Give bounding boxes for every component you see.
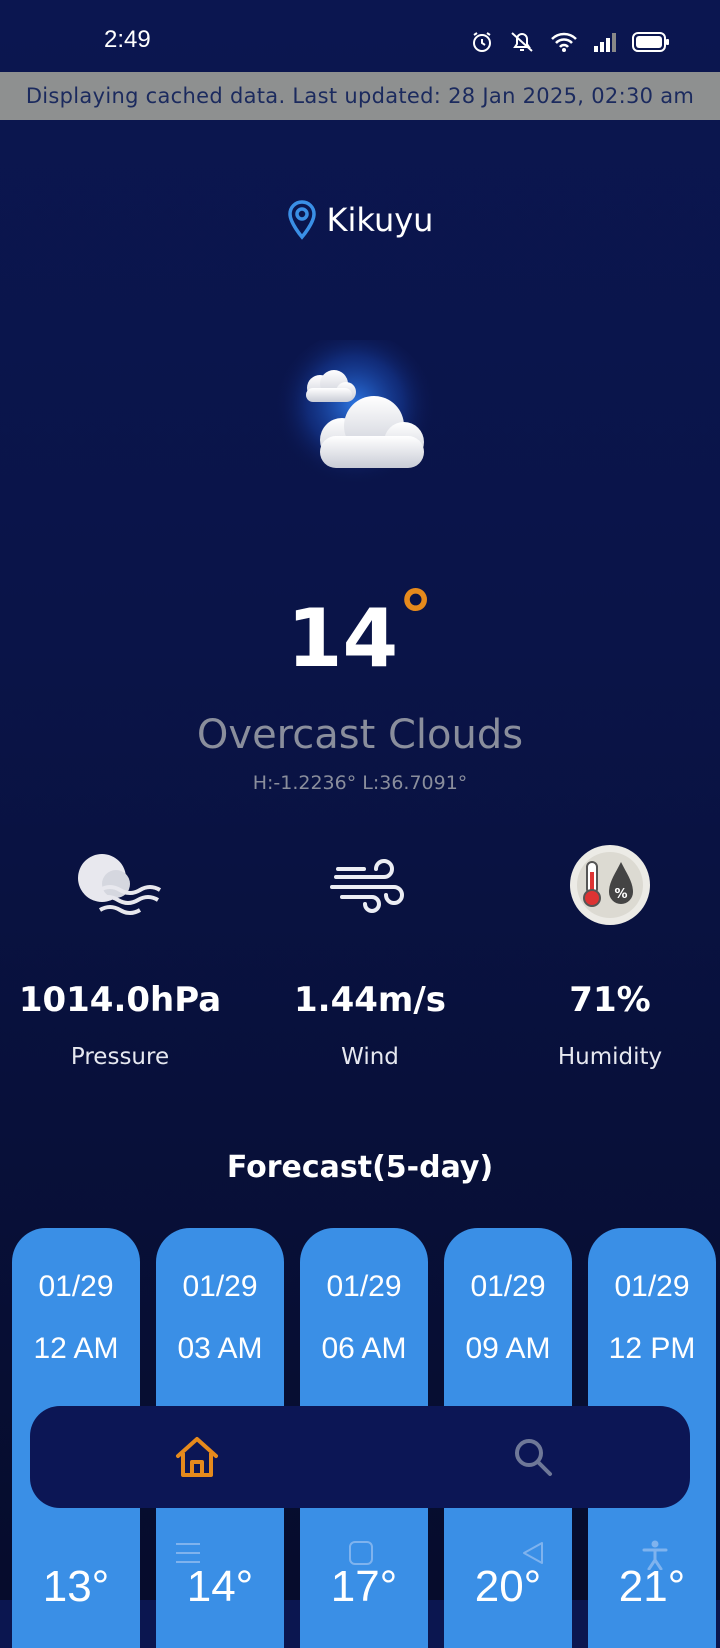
overcast-clouds-icon [260, 332, 460, 500]
signal-icon [594, 33, 616, 52]
temperature-degree: ° [398, 576, 434, 658]
forecast-time: 09 AM [465, 1332, 551, 1365]
svg-text:%: % [614, 887, 627, 902]
bottom-nav [30, 1406, 690, 1508]
alarm-icon [473, 32, 491, 52]
weather-condition: Overcast Clouds [196, 712, 524, 758]
back-icon[interactable] [520, 1540, 546, 1566]
pressure-fog-icon [0, 840, 240, 930]
weather-stats: 1014.0hPa Pressure 1.44m/s Wind % 71% Hu… [0, 840, 720, 1070]
forecast-title: Forecast(5-day) [226, 1150, 494, 1185]
location-header[interactable]: Kikuyu [0, 200, 720, 240]
pressure-label: Pressure [70, 1044, 170, 1070]
humidity-value: 71% [569, 980, 651, 1020]
forecast-date: 01/29 [182, 1270, 258, 1303]
wifi-icon [551, 32, 577, 52]
menu-icon[interactable] [174, 1540, 202, 1566]
forecast-time: 03 AM [177, 1332, 263, 1365]
current-temperature: 14° [0, 576, 720, 685]
forecast-time: 12 PM [608, 1332, 696, 1365]
temperature-value: 14 [286, 592, 399, 685]
forecast-date: 01/29 [38, 1270, 114, 1303]
wind-icon [250, 840, 490, 930]
wind-label: Wind [341, 1044, 399, 1070]
wind-value: 1.44m/s [294, 980, 446, 1020]
stat-humidity: % 71% Humidity [490, 840, 720, 1070]
system-navigation [0, 1540, 720, 1580]
forecast-time: 12 AM [33, 1332, 119, 1365]
forecast-date: 01/29 [470, 1270, 546, 1303]
humidity-label: Humidity [557, 1044, 663, 1070]
status-icons [470, 30, 670, 54]
cached-data-banner: Displaying cached data. Last updated: 28… [0, 72, 720, 120]
battery-icon [632, 32, 669, 52]
status-bar: 2:49 [0, 0, 720, 72]
forecast-time: 06 AM [321, 1332, 407, 1365]
map-pin-icon [287, 200, 316, 240]
pressure-value: 1014.0hPa [18, 980, 222, 1020]
location-name: Kikuyu [326, 201, 434, 239]
stat-wind: 1.44m/s Wind [250, 840, 490, 1070]
stat-pressure: 1014.0hPa Pressure [0, 840, 240, 1070]
home-square-icon[interactable] [348, 1540, 374, 1566]
accessibility-icon[interactable] [642, 1540, 668, 1570]
forecast-date: 01/29 [326, 1270, 402, 1303]
mute-bell-icon [511, 32, 533, 52]
status-time: 2:49 [104, 26, 151, 53]
coordinates: H:-1.2236° L:36.7091° [252, 772, 468, 794]
humidity-thermometer-icon: % [490, 840, 720, 930]
forecast-date: 01/29 [614, 1270, 690, 1303]
home-icon[interactable] [172, 1432, 222, 1482]
search-icon[interactable] [510, 1434, 556, 1480]
